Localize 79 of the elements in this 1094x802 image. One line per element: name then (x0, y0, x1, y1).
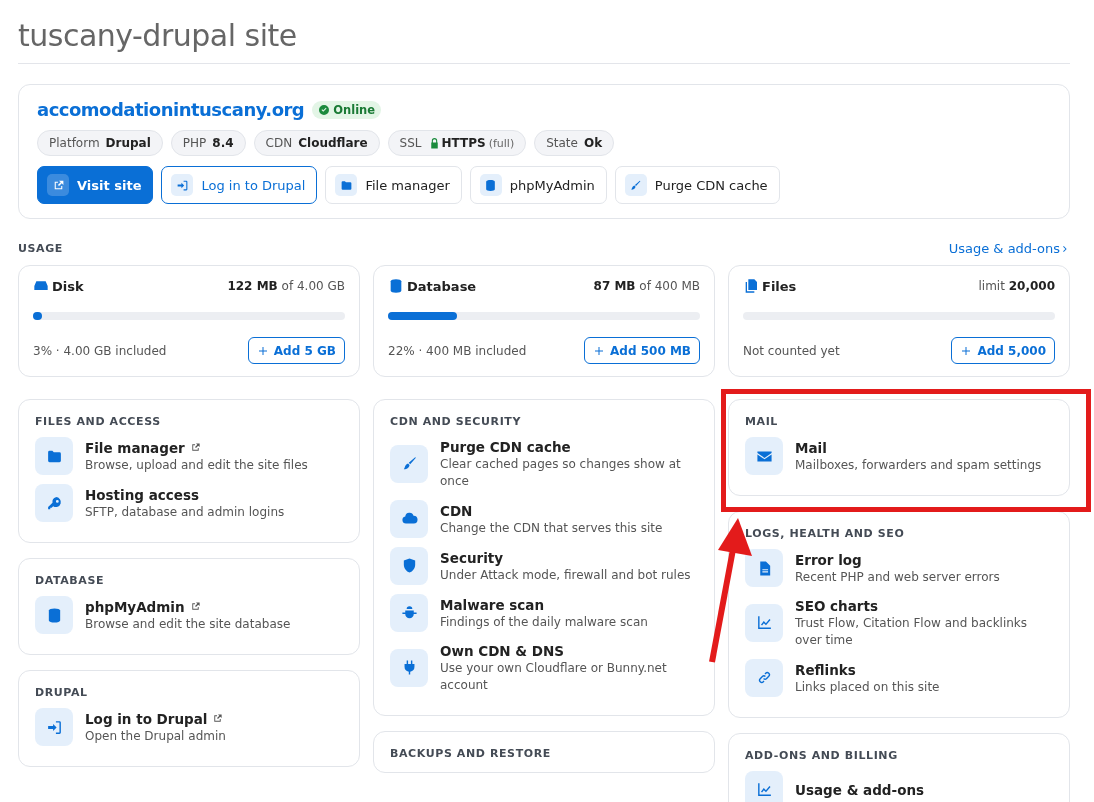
database-icon (388, 278, 404, 294)
page-title: tuscany-drupal site (18, 0, 1070, 64)
action-button[interactable]: Visit site (37, 166, 154, 204)
item-title-link[interactable]: Error log (795, 551, 862, 568)
files-icon (743, 278, 759, 294)
plus-icon (256, 344, 269, 357)
item-description: Browse, upload and edit the site files (85, 456, 308, 474)
item-title-link[interactable]: Usage & add-ons (795, 782, 925, 799)
plus-icon (960, 344, 973, 357)
item-title-link[interactable]: Mail (795, 439, 827, 456)
meter-note: 22% · 400 MB included (388, 343, 527, 358)
item-description: Links placed on this site (795, 678, 940, 696)
usage-link[interactable]: Usage & add-ons (948, 241, 1070, 256)
chart-icon (755, 781, 773, 799)
external-link-icon (189, 601, 201, 613)
meter-title: Database (407, 278, 477, 294)
meter-reading: 122 MB of 4.00 GB (227, 279, 345, 293)
item-description: Findings of the daily malware scan (440, 613, 648, 631)
info-chip: PHP 8.4 (170, 130, 246, 156)
item-description: Open the Drupal admin (85, 727, 226, 745)
external-link-icon (189, 442, 201, 454)
section-heading: CDN AND SECURITY (390, 415, 522, 428)
check-icon (318, 103, 331, 116)
meter-title: Files (762, 278, 797, 294)
item-title-link[interactable]: Security (440, 549, 504, 566)
meter-note: Not counted yet (743, 343, 840, 358)
add-button[interactable]: Add 500 MB (584, 337, 700, 364)
item-title-link[interactable]: File manager (85, 439, 185, 456)
item-title-link[interactable]: Own CDN & DNS (440, 642, 565, 659)
info-chip: SSL HTTPS (full) (387, 130, 527, 156)
action-button[interactable]: Purge CDN cache (614, 166, 780, 204)
external-link-icon (212, 713, 224, 725)
item-title-link[interactable]: Malware scan (440, 596, 545, 613)
meter-reading: 87 MB of 400 MB (593, 279, 700, 293)
section-heading: ADD-ONS AND BILLING (745, 748, 899, 762)
section-heading: MAIL (745, 415, 779, 428)
site-domain-link[interactable]: accomodationintuscany.org (37, 99, 305, 120)
item-description: Under Attack mode, firewall and bot rules (440, 566, 691, 584)
item-description: Mailboxes, forwarders and spam settings (795, 456, 1042, 474)
login-icon (175, 178, 189, 192)
item-description: SFTP, database and admin logins (85, 503, 285, 521)
item-title-link[interactable]: Log in to Drupal (85, 710, 208, 727)
login-icon (45, 718, 63, 736)
action-button[interactable]: File manager (325, 166, 462, 204)
section-heading: FILES AND ACCESS (35, 415, 162, 428)
add-button[interactable]: Add 5,000 (951, 337, 1055, 364)
item-description: Browse and edit the site database (85, 615, 291, 633)
item-title-link[interactable]: Reflinks (795, 661, 856, 678)
info-chip: State Ok (534, 130, 615, 156)
add-button[interactable]: Add 5 GB (247, 337, 345, 364)
item-description: Trust Flow, Citation Flow and backlinks over time (795, 615, 1029, 650)
key-icon (45, 494, 63, 512)
section-heading: DRUPAL (35, 686, 89, 699)
item-title-link[interactable]: Purge CDN cache (440, 439, 571, 455)
meter-note: 3% · 4.00 GB included (33, 343, 167, 358)
info-chip: CDN Cloudflare (253, 130, 380, 156)
chart-icon (755, 614, 773, 632)
folder-icon (339, 178, 353, 192)
meter-reading: limit 20,000 (978, 279, 1055, 293)
action-button[interactable]: phpMyAdmin (469, 166, 607, 204)
item-title-link[interactable]: phpMyAdmin (85, 598, 185, 615)
section-heading: LOGS, HEALTH AND SEO (745, 527, 906, 540)
database-icon (484, 178, 498, 192)
item-title-link[interactable]: CDN (440, 502, 473, 519)
section-heading: BACKUPS AND RESTORE (390, 746, 552, 760)
item-title-link[interactable]: SEO charts (795, 598, 878, 614)
brush-icon (629, 178, 643, 192)
section-heading: USAGE (18, 242, 63, 255)
item-description: Use your own Cloudflare or Bunny.net account (440, 659, 668, 695)
plus-icon (593, 344, 606, 357)
status-badge: Online (312, 100, 382, 119)
info-chip: Platform Drupal (37, 130, 163, 156)
item-description: Recent PHP and web server errors (795, 568, 1000, 586)
item-title-link[interactable]: Hosting access (85, 486, 199, 503)
item-description: Change the CDN that serves this site (440, 519, 663, 537)
meter-title: Disk (52, 278, 84, 294)
section-heading: DATABASE (35, 574, 106, 587)
item-description: Clear cached pages so changes show at once (440, 456, 682, 491)
action-button[interactable]: Log in to Drupal (161, 166, 318, 204)
